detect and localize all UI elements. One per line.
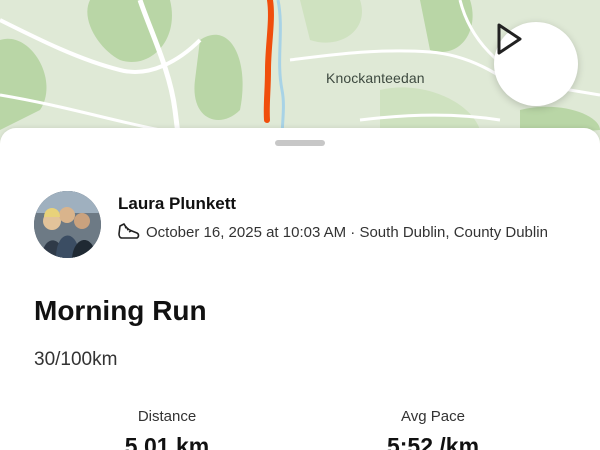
- activity-meta: October 16, 2025 at 10:03 AM · South Dub…: [118, 222, 548, 242]
- stat-label: Avg Pace: [401, 408, 465, 425]
- play-icon: [497, 23, 522, 55]
- stat-value: 5.01 km: [124, 433, 210, 450]
- avatar-photo: [34, 191, 101, 258]
- stat-label: Distance: [137, 408, 197, 425]
- activity-title: Morning Run: [34, 295, 207, 326]
- stat-avg-pace: Avg Pace 5:52 /km: [333, 408, 533, 450]
- avatar[interactable]: [34, 191, 101, 258]
- map-place-label: Knockanteedan: [326, 70, 425, 86]
- activity-description: 30/100km: [34, 349, 118, 370]
- stat-value: 5:52 /km: [386, 433, 480, 450]
- shoe-icon: [118, 223, 140, 239]
- play-route-button[interactable]: [494, 22, 578, 106]
- activity-sheet: Laura Plunkett October 16, 2025 at 10:03…: [0, 128, 600, 450]
- athlete-name[interactable]: Laura Plunkett: [118, 194, 236, 214]
- sheet-drag-handle[interactable]: [275, 140, 325, 146]
- activity-date-location: October 16, 2025 at 10:03 AM · South Dub…: [146, 223, 548, 241]
- stat-distance: Distance 5.01 km: [67, 408, 267, 450]
